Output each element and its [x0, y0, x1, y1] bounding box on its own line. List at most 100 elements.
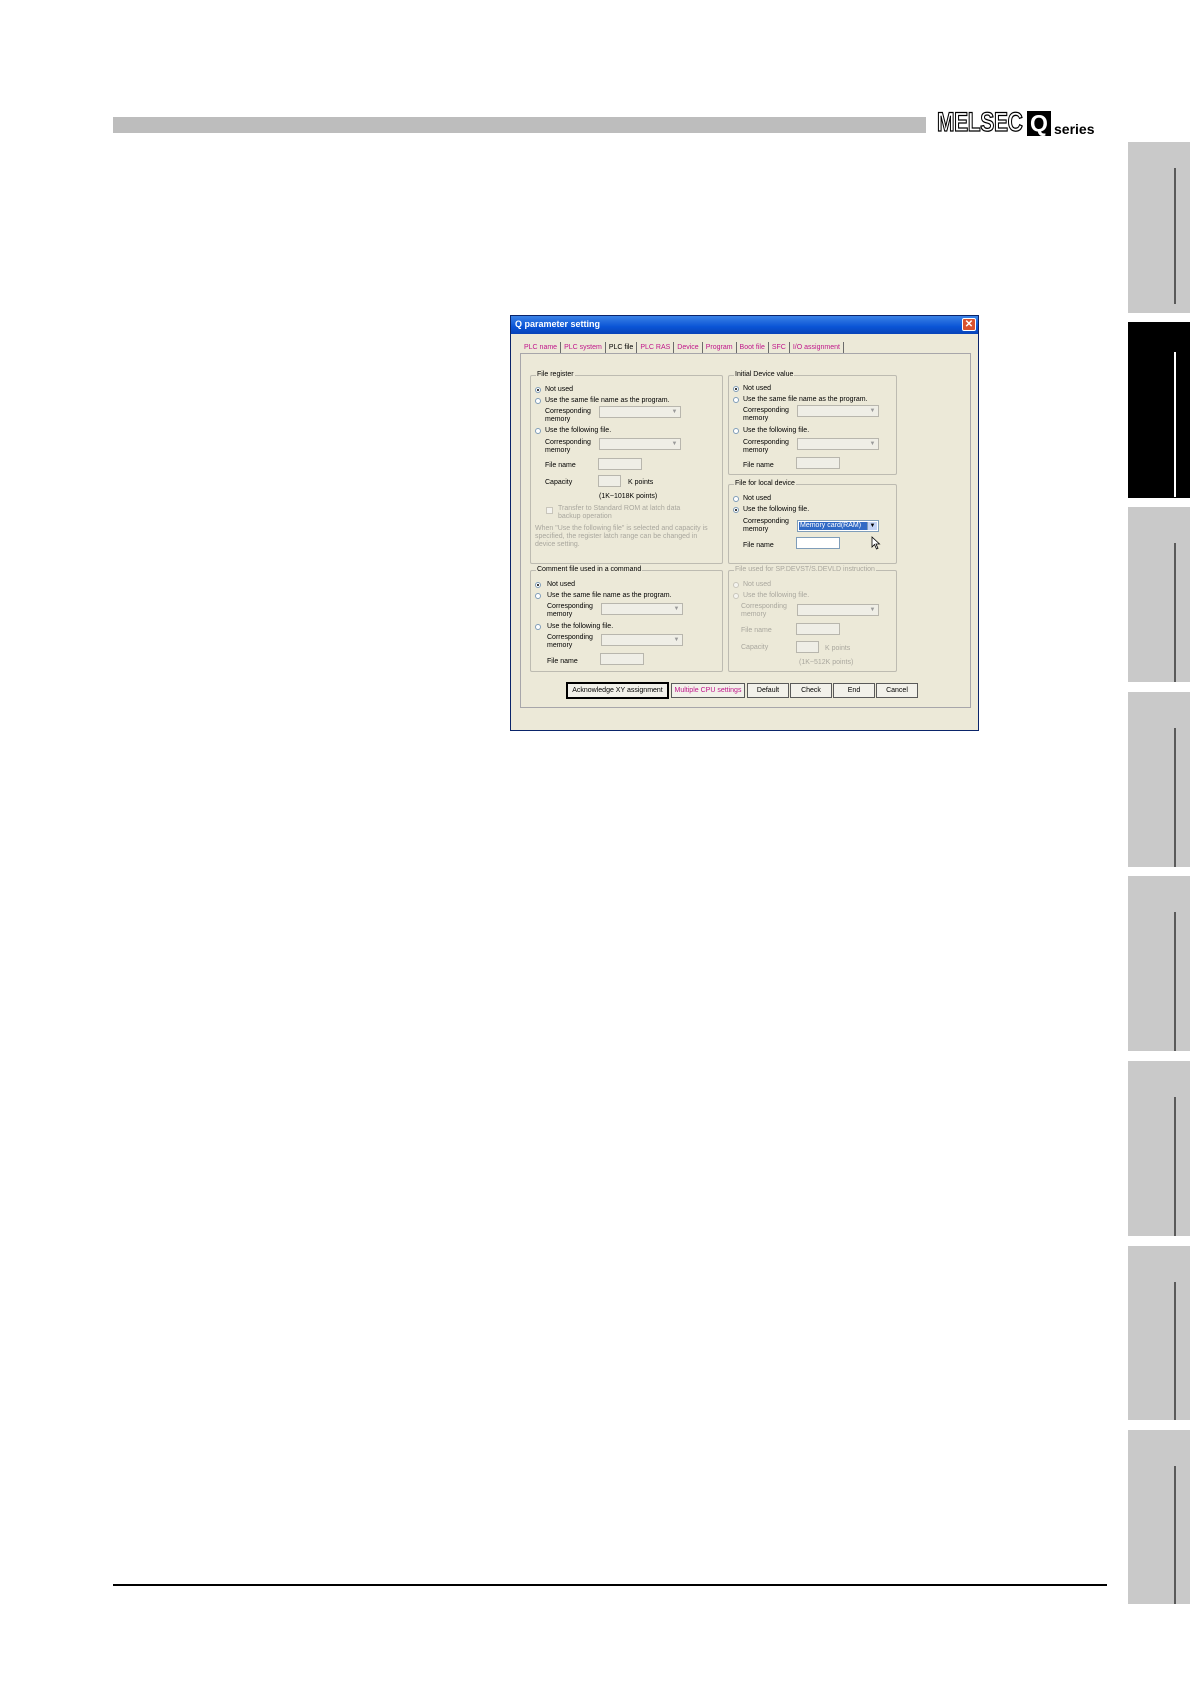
close-icon[interactable]: ✕: [962, 318, 976, 331]
comment-file-not-used-radio[interactable]: [535, 582, 541, 588]
comment-file-corr-mem-label-1: Corresponding: [547, 603, 593, 610]
comment-file-memory-select-2[interactable]: ▼: [601, 634, 683, 646]
comment-file-same-name-radio[interactable]: [535, 593, 541, 599]
initial-device-same-name-radio[interactable]: [733, 397, 739, 403]
initial-device-use-following-label: Use the following file.: [743, 427, 810, 434]
file-register-capacity-input[interactable]: [598, 475, 621, 487]
initial-device-corr-mem-label-2: Corresponding: [743, 439, 789, 446]
brand-melsec: MELSEC: [936, 107, 1023, 137]
sp-devst-memory-select[interactable]: ▼: [797, 604, 879, 616]
sp-devst-not-used-label: Not used: [743, 581, 772, 588]
sp-devst-use-following-label: Use the following file.: [743, 592, 810, 599]
brand-series: series: [1054, 121, 1095, 137]
chapter-tab-2: [1128, 322, 1190, 498]
file-register-group: File register Not used Use the same file…: [530, 371, 723, 564]
comment-file-file-name-label: File name: [547, 658, 578, 665]
tab-device[interactable]: Device: [674, 342, 703, 353]
tab-program[interactable]: Program: [703, 342, 737, 353]
header-bar: [113, 117, 926, 133]
comment-file-label: Comment file used in a command: [536, 566, 643, 573]
tab-boot-file[interactable]: Boot file: [737, 342, 769, 353]
local-device-label: File for local device: [734, 480, 796, 487]
mouse-pointer-icon: [871, 536, 881, 550]
file-register-label: File register: [536, 371, 575, 378]
local-device-not-used-label: Not used: [743, 495, 772, 502]
tab-io-assignment[interactable]: I/O assignment: [790, 342, 844, 353]
comment-file-file-name-input[interactable]: [600, 653, 644, 665]
chapter-tab-5: [1128, 876, 1190, 1051]
initial-device-memory-select-1[interactable]: ▼: [797, 405, 879, 417]
file-register-capacity-label: Capacity: [545, 479, 573, 486]
initial-device-file-name-input[interactable]: [796, 457, 840, 469]
tab-plc-name[interactable]: PLC name: [521, 342, 562, 353]
sp-devst-range-label: (1K~512K points): [799, 659, 854, 666]
file-register-file-name-input[interactable]: [598, 458, 642, 470]
multiple-cpu-settings-button[interactable]: Multiple CPU settings: [671, 683, 745, 698]
end-button[interactable]: End: [833, 683, 875, 698]
initial-device-corr-mem-label-1: Corresponding: [743, 407, 789, 414]
tab-plc-system[interactable]: PLC system: [561, 342, 606, 353]
default-button[interactable]: Default: [747, 683, 789, 698]
initial-device-memory-select-2[interactable]: ▼: [797, 438, 879, 450]
initial-device-group: Initial Device value Not used Use the sa…: [728, 371, 897, 475]
comment-file-group: Comment file used in a command Not used …: [530, 566, 723, 672]
local-device-use-following-radio[interactable]: [733, 507, 739, 513]
dialog-title: Q parameter setting: [515, 319, 601, 329]
sp-devst-capacity-label: Capacity: [741, 644, 769, 651]
initial-device-not-used-radio[interactable]: [733, 386, 739, 392]
chapter-tab-8: [1128, 1430, 1190, 1604]
comment-file-use-following-radio[interactable]: [535, 624, 541, 630]
comment-file-corr-mem-label-2b: memory: [547, 642, 573, 649]
file-register-note-line-3: device setting.: [535, 541, 580, 548]
sp-devst-corr-mem-label: Corresponding: [741, 603, 787, 610]
local-device-corr-mem-label: Corresponding: [743, 518, 789, 525]
transfer-standard-rom-label-2: backup operation: [558, 513, 612, 520]
transfer-standard-rom-label-1: Transfer to Standard ROM at latch data: [558, 505, 681, 512]
sp-devst-k-points-label: K points: [825, 645, 851, 652]
file-register-range-label: (1K~1018K points): [599, 493, 658, 500]
local-device-use-following-label: Use the following file.: [743, 506, 810, 513]
cancel-button[interactable]: Cancel: [876, 683, 918, 698]
local-device-file-name-input[interactable]: [796, 537, 840, 549]
transfer-standard-rom-checkbox[interactable]: [546, 507, 553, 514]
sp-devst-capacity-input[interactable]: [796, 641, 819, 653]
chevron-down-icon[interactable]: ▼: [867, 522, 877, 530]
comment-file-use-following-label: Use the following file.: [547, 623, 614, 630]
sp-devst-use-following-radio[interactable]: [733, 593, 739, 599]
initial-device-use-following-radio[interactable]: [733, 428, 739, 434]
dialog-titlebar[interactable]: Q parameter setting ✕: [511, 316, 978, 334]
tab-sfc[interactable]: SFC: [769, 342, 790, 353]
local-device-not-used-radio[interactable]: [733, 496, 739, 502]
local-device-corr-mem-label-b: memory: [743, 526, 769, 533]
tab-plc-file[interactable]: PLC file: [605, 342, 638, 353]
comment-file-corr-mem-label-2: Corresponding: [547, 634, 593, 641]
chapter-tab-3: [1128, 507, 1190, 682]
plc-file-panel: File register Not used Use the same file…: [520, 353, 971, 708]
local-device-memory-select[interactable]: Memory card(RAM) ▼: [797, 520, 879, 532]
brand-q: Q: [1027, 111, 1051, 136]
file-register-file-name-label: File name: [545, 462, 576, 469]
file-register-same-name-radio[interactable]: [535, 398, 541, 404]
file-register-corr-mem-label-1b: memory: [545, 416, 571, 423]
file-register-corr-mem-label-1: Corresponding: [545, 408, 591, 415]
chapter-tab-6: [1128, 1061, 1190, 1236]
check-button[interactable]: Check: [790, 683, 832, 698]
comment-file-memory-select-1[interactable]: ▼: [601, 603, 683, 615]
sp-devst-not-used-radio[interactable]: [733, 582, 739, 588]
sp-devst-file-name-label: File name: [741, 627, 772, 634]
file-register-memory-select-2[interactable]: ▼: [599, 438, 681, 450]
file-register-same-name-label: Use the same file name as the program.: [545, 397, 670, 404]
initial-device-same-name-label: Use the same file name as the program.: [743, 396, 868, 403]
melsec-q-series-logo: MELSEC Q series: [936, 104, 1095, 137]
file-register-memory-select-1[interactable]: ▼: [599, 406, 681, 418]
file-register-use-following-radio[interactable]: [535, 428, 541, 434]
file-register-corr-mem-label-2: Corresponding: [545, 439, 591, 446]
initial-device-not-used-label: Not used: [743, 385, 772, 392]
acknowledge-xy-assignment-button[interactable]: Acknowledge XY assignment: [566, 682, 669, 699]
comment-file-not-used-label: Not used: [547, 581, 576, 588]
tab-plc-ras[interactable]: PLC RAS: [637, 342, 675, 353]
initial-device-file-name-label: File name: [743, 462, 774, 469]
sp-devst-file-name-input[interactable]: [796, 623, 840, 635]
file-register-not-used-radio[interactable]: [535, 387, 541, 393]
q-parameter-setting-dialog: Q parameter setting ✕ PLC name PLC syste…: [510, 315, 979, 731]
